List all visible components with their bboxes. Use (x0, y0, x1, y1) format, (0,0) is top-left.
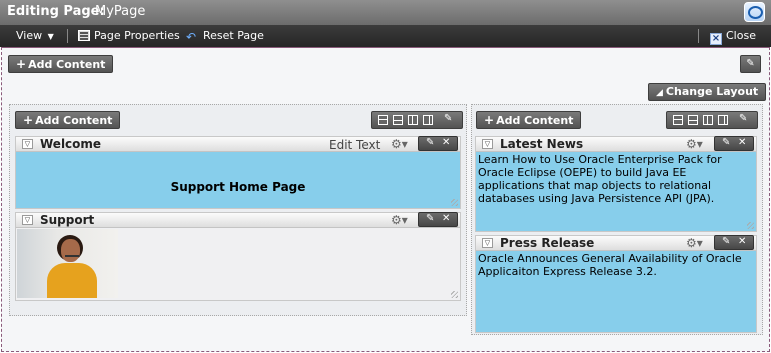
layout-rows-icon[interactable] (393, 115, 403, 125)
page-add-content-button[interactable]: + Add Content (8, 55, 114, 73)
undo-icon: ↶ (186, 30, 197, 44)
collapse-chevron-icon[interactable]: ▽ (22, 139, 33, 149)
toolbar-divider (698, 29, 699, 43)
left-column-layout-controls: ✎ (371, 111, 463, 129)
page-add-content-label: Add Content (28, 58, 106, 71)
layout-rows-icon[interactable] (688, 115, 698, 125)
gear-menu-icon[interactable]: ⚙▾ (391, 137, 408, 151)
close-icon: × (710, 33, 722, 45)
close-icon[interactable]: ✕ (442, 213, 450, 224)
page-edit-button[interactable]: ✎ (740, 55, 761, 73)
view-menu[interactable]: View ▼ (16, 29, 54, 42)
close-label: Close (726, 29, 756, 42)
edit-toolbar: View ▼ Page Properties ↶ Reset Page × Clos… (0, 25, 771, 47)
toolbar-divider (67, 29, 68, 43)
page-properties-label: Page Properties (94, 29, 180, 42)
layout-two-rows-icon[interactable] (673, 115, 683, 125)
portlet-title: Support (40, 213, 95, 227)
plus-icon: + (16, 57, 27, 71)
welcome-portlet: ▽ Welcome Edit Text ⚙▾ ✎ ✕ Support Home … (15, 136, 461, 209)
plus-icon: + (23, 113, 34, 127)
portlet-header: ▽ Press Release ⚙▾ ✎ ✕ (476, 235, 756, 251)
close-icon[interactable]: ✕ (738, 137, 746, 148)
portlet-content: Support Home Page (16, 152, 460, 208)
page-name: MyPage (95, 4, 146, 19)
gear-menu-icon[interactable]: ⚙▾ (391, 213, 408, 227)
change-layout-button[interactable]: ◢ Change Layout (648, 83, 767, 101)
gear-menu-icon[interactable]: ⚙▾ (686, 137, 703, 151)
reset-page-button[interactable]: ↶ Reset Page (186, 29, 264, 43)
latest-news-portlet: ▽ Latest News ⚙▾ ✎ ✕ Learn How to Use Or… (475, 136, 757, 232)
page-properties-icon (78, 30, 90, 41)
portlet-header: ▽ Welcome Edit Text ⚙▾ ✎ ✕ (16, 136, 460, 152)
chevron-down-icon: ▼ (47, 32, 54, 41)
press-release-portlet: ▽ Press Release ⚙▾ ✎ ✕ Oracle Announces … (475, 235, 757, 333)
left-add-content-button[interactable]: + Add Content (15, 111, 121, 129)
pencil-icon[interactable]: ✎ (426, 213, 434, 224)
pencil-icon[interactable]: ✎ (722, 137, 730, 148)
close-icon[interactable]: ✕ (738, 236, 746, 247)
support-agent-photo (17, 229, 118, 298)
support-home-title: Support Home Page (170, 180, 306, 194)
editing-page-label: Editing Page: (7, 4, 105, 19)
portlet-title: Welcome (40, 137, 102, 151)
resize-handle[interactable] (747, 222, 754, 229)
portlet-action-buttons: ✎ ✕ (714, 136, 754, 151)
layout-columns-right-icon[interactable] (718, 115, 728, 125)
news-text: Learn How to Use Oracle Enterprise Pack … (478, 153, 722, 205)
pencil-icon[interactable]: ✎ (739, 113, 747, 124)
portlet-content: Oracle Announces General Availability of… (476, 251, 756, 332)
portlet-action-buttons: ✎ ✕ (418, 212, 458, 227)
pencil-icon[interactable]: ✎ (444, 113, 452, 124)
reset-page-label: Reset Page (203, 29, 264, 42)
resize-handle[interactable] (451, 291, 458, 298)
left-add-content-label: Add Content (35, 114, 113, 127)
portlet-action-buttons: ✎ ✕ (714, 235, 754, 250)
right-add-content-button[interactable]: + Add Content (476, 111, 582, 129)
pencil-icon[interactable]: ✎ (722, 236, 730, 247)
change-layout-label: Change Layout (665, 85, 759, 98)
page-properties-button[interactable]: Page Properties (78, 29, 180, 42)
portlet-header: ▽ Support ⚙▾ ✎ ✕ (16, 212, 460, 228)
resize-handle[interactable] (451, 199, 458, 206)
plus-icon: + (484, 113, 495, 127)
edit-text-link[interactable]: Edit Text (329, 138, 380, 152)
collapse-chevron-icon[interactable]: ▽ (482, 238, 493, 248)
portlet-action-buttons: ✎ ✕ (418, 136, 458, 151)
layout-columns-left-icon[interactable] (703, 115, 713, 125)
pencil-icon[interactable]: ✎ (426, 137, 434, 148)
oracle-logo-icon (744, 2, 765, 22)
pencil-icon: ✎ (746, 58, 755, 69)
portlet-title: Press Release (500, 236, 595, 250)
left-column: + Add Content ✎ ▽ Welcome Edit Text ⚙▾ ✎ … (9, 104, 467, 316)
gear-menu-icon[interactable]: ⚙▾ (686, 236, 703, 250)
collapse-chevron-icon[interactable]: ▽ (482, 139, 493, 149)
layout-two-rows-icon[interactable] (378, 115, 388, 125)
support-portlet: ▽ Support ⚙▾ ✎ ✕ (15, 212, 461, 301)
portlet-content (16, 228, 460, 300)
layout-icon: ◢ (656, 88, 663, 98)
title-bar: Editing Page: MyPage (0, 0, 771, 25)
view-menu-label: View (16, 29, 43, 42)
portlet-title: Latest News (500, 137, 584, 151)
portlet-content: Learn How to Use Oracle Enterprise Pack … (476, 152, 756, 231)
layout-columns-left-icon[interactable] (408, 115, 418, 125)
collapse-chevron-icon[interactable]: ▽ (22, 215, 33, 225)
close-button[interactable]: × Close (710, 29, 756, 45)
right-add-content-label: Add Content (496, 114, 574, 127)
portlet-header: ▽ Latest News ⚙▾ ✎ ✕ (476, 136, 756, 152)
press-release-text: Oracle Announces General Availability of… (478, 252, 742, 278)
close-icon[interactable]: ✕ (442, 137, 450, 148)
right-column: + Add Content ✎ ▽ Latest News ⚙▾ ✎ ✕ Lear… (471, 104, 763, 335)
layout-columns-right-icon[interactable] (423, 115, 433, 125)
right-column-layout-controls: ✎ (666, 111, 758, 129)
